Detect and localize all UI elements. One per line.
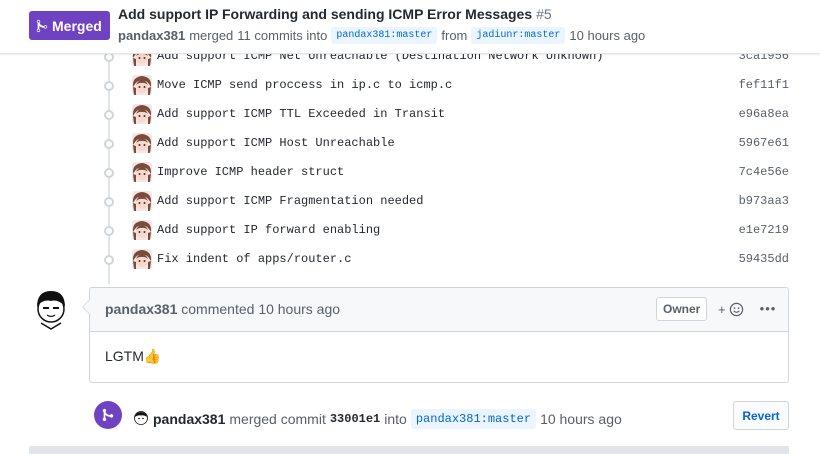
pr-time[interactable]: 10 hours ago [569, 28, 645, 43]
comment-author-avatar[interactable] [29, 287, 73, 331]
commit-sha-link[interactable]: e96a8ea [739, 107, 789, 121]
avatar-icon [134, 411, 148, 425]
commit-message-link[interactable]: Improve ICMP header struct [157, 165, 344, 179]
add-reaction-button[interactable]: + [718, 298, 748, 320]
commit-icon [104, 81, 114, 91]
merge-time[interactable]: 10 hours ago [540, 411, 622, 427]
merge-branch[interactable]: pandax381:master [410, 409, 537, 429]
commit-sha-link[interactable]: 7c4e56e [739, 165, 789, 179]
merge-event-text: pandax381 merged commit 33001e1 into pan… [153, 409, 622, 429]
revert-button[interactable]: Revert [733, 401, 789, 430]
commit-icon [104, 226, 114, 236]
comment-time[interactable]: 10 hours ago [258, 301, 340, 317]
commit-sha-link[interactable]: b973aa3 [739, 194, 789, 208]
merge-event-icon [94, 401, 122, 429]
commit-message-link[interactable]: Fix indent of apps/router.c [157, 252, 351, 266]
more-options-icon[interactable]: ••• [758, 298, 778, 320]
commit-message-link[interactable]: Add support ICMP TTL Exceeded in Transit [157, 107, 445, 121]
pr-title-text: Add support IP Forwarding and sending IC… [118, 6, 533, 22]
commit-message-link[interactable]: Add support ICMP Fragmentation needed [157, 194, 423, 208]
commit-icon [104, 197, 114, 207]
merge-author-avatar[interactable] [134, 411, 148, 425]
comment-action: commented [181, 301, 255, 317]
commit-author-avatar[interactable] [132, 104, 152, 124]
base-branch[interactable]: pandax381:master [331, 27, 438, 44]
commit-row: Add support ICMP TTL Exceeded in Transit… [0, 102, 820, 131]
git-merge-icon [102, 408, 114, 422]
git-merge-icon [36, 19, 48, 32]
comment-author-link[interactable]: pandax381 [105, 301, 177, 317]
comment-header-text: pandax381 commented 10 hours ago [105, 301, 340, 317]
commit-sha-link[interactable]: fef11f1 [739, 78, 789, 92]
merge-action: merged commit [229, 411, 326, 427]
bottom-divider [29, 446, 789, 454]
commit-sha-link[interactable]: e1e7219 [739, 223, 789, 237]
commit-count-text: 11 commits into [237, 28, 328, 43]
head-branch[interactable]: jadiunr:master [471, 27, 566, 44]
commit-row: Move ICMP send proccess in ip.c to icmp.… [0, 73, 820, 102]
comment-header: pandax381 commented 10 hours ago Owner +… [90, 288, 788, 332]
commit-icon [104, 110, 114, 120]
commit-author-avatar[interactable] [132, 162, 152, 182]
commit-row: Add support ICMP Fragmentation needed b97… [0, 189, 820, 218]
commit-row: Add support IP forward enabling e1e7219 [0, 218, 820, 247]
comment-body: LGTM👍 [105, 348, 162, 364]
merged-text: merged [189, 28, 234, 43]
merged-state-badge: Merged [29, 11, 110, 40]
commit-icon [104, 139, 114, 149]
commit-message-link[interactable]: Add support ICMP Host Unreachable [157, 136, 395, 150]
commit-author-avatar[interactable] [132, 75, 152, 95]
smiley-icon [729, 302, 743, 316]
merge-author-link[interactable]: pandax381 [153, 411, 225, 427]
merge-commit-sha[interactable]: 33001e1 [330, 412, 380, 426]
pr-sticky-header: Merged Add support IP Forwarding and sen… [0, 0, 820, 54]
commit-author-avatar[interactable] [132, 249, 152, 269]
merge-into-text: into [384, 411, 407, 427]
commit-row: Add support ICMP Host Unreachable 5967e61 [0, 131, 820, 160]
merged-label: Merged [52, 17, 102, 34]
comment-box: pandax381 commented 10 hours ago Owner +… [82, 287, 789, 383]
avatar-icon [37, 291, 65, 330]
pr-meta: pandax381 merged 11 commits into pandax3… [118, 27, 645, 44]
commit-message-link[interactable]: Move ICMP send proccess in ip.c to icmp.… [157, 78, 452, 92]
commit-author-avatar[interactable] [132, 133, 152, 153]
commit-row: Fix indent of apps/router.c 59435dd [0, 247, 820, 276]
pr-title[interactable]: Add support IP Forwarding and sending IC… [118, 6, 552, 22]
commit-sha-link[interactable]: 5967e61 [739, 136, 789, 150]
commit-author-avatar[interactable] [132, 220, 152, 240]
commit-message-link[interactable]: Add support IP forward enabling [157, 223, 380, 237]
commit-icon [104, 255, 114, 265]
commit-author-avatar[interactable] [132, 191, 152, 211]
owner-label: Owner [656, 297, 708, 321]
commit-row: Improve ICMP header struct 7c4e56e [0, 160, 820, 189]
plus-icon: + [718, 301, 726, 317]
from-text: from [441, 28, 468, 43]
commit-sha-link[interactable]: 59435dd [739, 252, 789, 266]
pr-number: #5 [536, 6, 552, 22]
commit-icon [104, 168, 114, 178]
pr-author-link[interactable]: pandax381 [118, 28, 185, 43]
